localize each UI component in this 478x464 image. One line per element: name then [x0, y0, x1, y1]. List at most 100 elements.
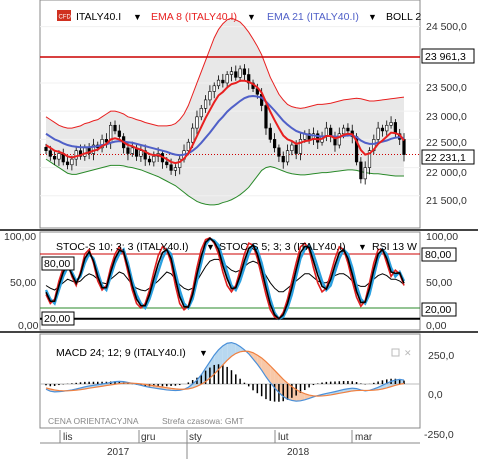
- triangle-down-icon[interactable]: ▼: [206, 242, 215, 252]
- candle-body: [48, 150, 52, 157]
- triangle-down-icon[interactable]: ▼: [368, 12, 377, 22]
- x-year-label: 2018: [287, 447, 310, 458]
- chart-svg: CFD ITALY40.I ▼ EMA 8 (ITALY40.I) ▼ EMA …: [0, 0, 478, 459]
- timezone-label: Strefa czasowa: GMT: [162, 416, 244, 426]
- close-icon[interactable]: ✕: [404, 348, 412, 358]
- candle-body: [238, 68, 242, 78]
- candle-body: [402, 139, 406, 155]
- x-month-label: lis: [63, 432, 72, 443]
- candle-body: [389, 122, 393, 126]
- price-type-label: CENA ORIENTACYJNA: [48, 416, 139, 426]
- y-tick-label: -250,0: [424, 429, 454, 441]
- candle-body: [385, 124, 389, 132]
- candle-body: [53, 156, 57, 160]
- candle-body: [117, 130, 121, 137]
- x-month-label: sty: [189, 432, 202, 443]
- y-tick-label: 0,0: [428, 389, 443, 401]
- y-tick-label: 23 000,0: [426, 111, 467, 123]
- candle-body: [57, 153, 61, 160]
- cfd-icon-label: CFD: [59, 15, 72, 21]
- legend-macd[interactable]: MACD 24; 12; 9 (ITALY40.I): [56, 347, 186, 359]
- candle-body: [281, 156, 285, 163]
- candle-body: [264, 105, 268, 129]
- candle-body: [65, 161, 70, 166]
- x-year-label: 2017: [107, 447, 130, 458]
- candle-body: [342, 127, 346, 135]
- candle-body: [337, 133, 341, 146]
- y-tick-label: 50,00: [426, 277, 452, 289]
- candle-body: [225, 74, 229, 84]
- legend-stoch10[interactable]: STOC-S 10; 3; 3 (ITALY40.I): [56, 241, 188, 253]
- candle-body: [147, 158, 152, 163]
- oscillator-legend: STOC-S 10; 3; 3 (ITALY40.I) ▼ STOC-S 5; …: [56, 241, 417, 253]
- x-month-label: lut: [278, 432, 289, 443]
- candle-body: [212, 85, 216, 92]
- x-month-label: gru: [141, 432, 155, 443]
- legend-rsi[interactable]: RSI 13 W: [372, 241, 417, 253]
- candle-body: [83, 147, 87, 157]
- candle-body: [199, 108, 203, 118]
- candle-body: [268, 127, 272, 140]
- candle-body: [242, 68, 247, 75]
- y-tick-label: 100,00: [4, 231, 36, 243]
- candle-body: [126, 147, 130, 154]
- candle-body: [359, 161, 363, 180]
- triangle-down-icon[interactable]: ▼: [199, 348, 208, 358]
- y-tick-label: 22 500,0: [426, 137, 467, 149]
- legend-stoch5[interactable]: STOC-S 5; 3; 3 (ITALY40.I): [219, 241, 346, 253]
- level-80-badge-right-text: 80,00: [425, 249, 451, 261]
- high-price-badge-text: 23 961,3: [425, 51, 466, 63]
- candle-body: [113, 124, 117, 132]
- candle-body: [70, 158, 74, 166]
- y-tick-label: 0,00: [426, 320, 447, 332]
- triangle-down-icon[interactable]: ▼: [247, 12, 256, 22]
- candle-body: [173, 167, 177, 171]
- candle-body: [169, 164, 173, 171]
- candle-body: [363, 167, 367, 180]
- restore-icon[interactable]: [391, 348, 400, 357]
- y-tick-label: 23 500,0: [426, 82, 467, 94]
- y-tick-label: 100,00: [426, 231, 458, 243]
- y-tick-label: 50,00: [10, 277, 36, 289]
- candle-body: [186, 141, 190, 151]
- x-month-label: mar: [355, 432, 373, 443]
- legend-symbol[interactable]: ITALY40.I: [76, 11, 121, 23]
- level-80-badge-text: 80,00: [44, 258, 70, 270]
- candle-body: [229, 71, 234, 75]
- macd-y-axis: 250,0 0,0 -250,0: [424, 350, 454, 441]
- candle-body: [191, 127, 195, 143]
- candle-body: [130, 147, 134, 154]
- triangle-down-icon[interactable]: ▼: [358, 242, 367, 252]
- candle-body: [208, 91, 212, 101]
- last-price-badge-text: 22 231,1: [425, 152, 466, 164]
- level-20-badge-right-text: 20,00: [425, 304, 451, 316]
- candle-body: [216, 79, 221, 87]
- candle-body: [294, 144, 298, 154]
- x-axis: lis gru sty lut mar 2017 2018: [40, 430, 420, 459]
- candle-body: [195, 116, 199, 129]
- candle-body: [273, 139, 277, 149]
- candle-body: [285, 150, 290, 163]
- level-20-badge-text: 20,00: [44, 313, 70, 325]
- y-tick-label: 21 500,0: [426, 195, 467, 207]
- candle-body: [346, 127, 350, 132]
- legend-ema8[interactable]: EMA 8 (ITALY40.I): [151, 11, 237, 23]
- candle-body: [139, 150, 143, 157]
- candle-body: [74, 150, 78, 160]
- y-tick-label: 250,0: [428, 350, 454, 362]
- y-tick-label: 24 500,0: [426, 21, 467, 33]
- candle-body: [165, 161, 169, 166]
- legend-boll[interactable]: BOLL 2: [386, 11, 421, 23]
- legend-ema21[interactable]: EMA 21 (ITALY40.I): [267, 11, 359, 23]
- y-tick-label: 22 000,0: [426, 167, 467, 179]
- chart-window: CFD ITALY40.I ▼ EMA 8 (ITALY40.I) ▼ EMA …: [0, 0, 478, 459]
- y-tick-label: 0,00: [18, 320, 39, 332]
- candle-body: [152, 156, 156, 163]
- candle-body: [380, 127, 385, 132]
- candle-body: [44, 146, 48, 151]
- candle-body: [234, 71, 238, 78]
- candle-body: [203, 99, 208, 109]
- candle-body: [277, 147, 281, 157]
- triangle-down-icon[interactable]: ▼: [133, 12, 142, 22]
- candle-body: [221, 79, 225, 84]
